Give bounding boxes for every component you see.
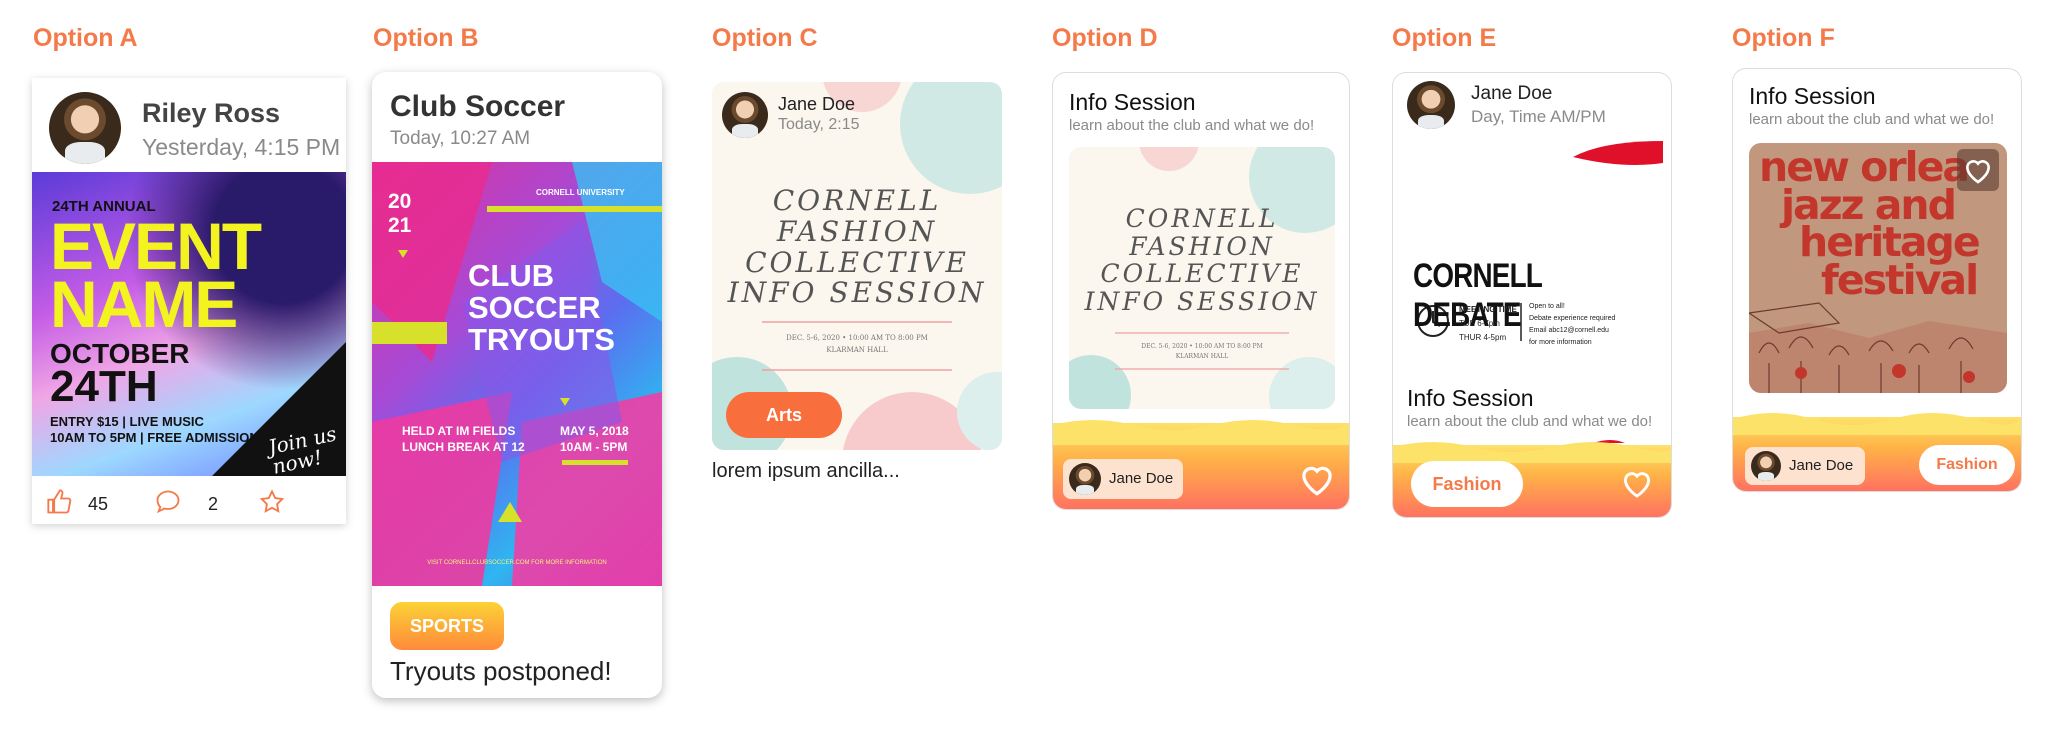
author-name: Jane Doe xyxy=(1109,470,1174,487)
poster-text: Email abc12@cornell.edu xyxy=(1529,327,1609,334)
card-title[interactable]: Info Session xyxy=(1069,89,1196,116)
heart-icon[interactable] xyxy=(1619,467,1655,499)
tag-arts[interactable]: Arts xyxy=(726,392,842,438)
event-poster[interactable]: CORNELL FASHION COLLECTIVE INFO SESSION … xyxy=(1069,147,1335,409)
poster-text: Debate experience required xyxy=(1529,315,1616,322)
tag-fashion[interactable]: Fashion xyxy=(1411,461,1523,507)
option-f-label: Option F xyxy=(1732,24,1835,52)
poster-text: for more information xyxy=(1529,339,1592,346)
poster-text: CLUB xyxy=(468,258,555,293)
card-option-e[interactable]: Jane Doe Day, Time AM/PM CORNELL DEBATE … xyxy=(1392,72,1672,518)
star-icon[interactable] xyxy=(258,488,286,516)
wave-shape xyxy=(1053,420,1349,445)
card-option-a[interactable]: Riley Ross Yesterday, 4:15 PM 24TH ANNUA… xyxy=(32,78,346,524)
poster-text: Open to all! xyxy=(1529,303,1565,310)
tag-fashion[interactable]: Fashion xyxy=(1919,445,2015,485)
post-time: Yesterday, 4:15 PM xyxy=(142,134,341,160)
author-name: Jane Doe xyxy=(1789,457,1854,474)
poster-place: KLARMAN HALL xyxy=(826,346,888,354)
poster-text: CORNELL DEBATE xyxy=(1413,257,1542,334)
poster-place: KLARMAN HALL xyxy=(1175,353,1229,360)
poster-text: SOCCER xyxy=(468,290,601,325)
poster-text: TUE 6-7pm xyxy=(1459,319,1500,328)
poster-text: TRYOUTS xyxy=(468,322,615,357)
tag-sports[interactable]: SPORTS xyxy=(390,602,504,650)
card-subtitle: learn about the club and what we do! xyxy=(1749,111,1995,128)
poster-text: VISIT CORNELLCLUBSOCCER.COM FOR MORE INF… xyxy=(427,560,607,566)
option-a-label: Option A xyxy=(33,24,138,52)
card-subtitle: learn about the club and what we do! xyxy=(1069,117,1315,134)
author-name[interactable]: Riley Ross xyxy=(142,98,280,129)
avatar[interactable] xyxy=(1407,81,1455,129)
author-name[interactable]: Jane Doe xyxy=(1471,83,1552,105)
heart-icon[interactable] xyxy=(1297,461,1337,497)
poster-date: DEC. 5-6, 2020 • 10:00 AM TO 8:00 PM xyxy=(1141,343,1263,350)
poster-text: MEETING TIME xyxy=(1459,305,1517,314)
card-option-d[interactable]: Info Session learn about the club and wh… xyxy=(1052,72,1350,510)
avatar xyxy=(1751,451,1781,481)
option-b-label: Option B xyxy=(373,24,479,52)
author-chip[interactable]: Jane Doe xyxy=(1063,459,1183,499)
poster-text: CORNELL FASHION COLLECTIVE INFO SESSION xyxy=(727,184,987,310)
poster-text: 10AM TO 5PM | FREE ADMISSION xyxy=(50,430,259,445)
option-c-label: Option C xyxy=(712,24,818,52)
poster-text: 20 xyxy=(388,190,412,213)
like-count: 45 xyxy=(88,494,109,514)
option-d-label: Option D xyxy=(1052,24,1158,52)
avatar xyxy=(1069,463,1101,495)
poster-text: 21 xyxy=(388,214,412,237)
card-option-b[interactable]: Club Soccer Today, 10:27 AM 20 21 CORNEL… xyxy=(372,72,662,698)
card-subtitle: learn about the club and what we do! xyxy=(1407,413,1653,430)
poster-text: CORNELL FASHION COLLECTIVE INFO SESSION xyxy=(1084,204,1320,316)
poster-geometry xyxy=(372,162,662,586)
favorite-badge[interactable] xyxy=(1957,149,1999,191)
poster-text: HELD AT IM FIELDS xyxy=(402,424,516,438)
author-name[interactable]: Jane Doe xyxy=(778,94,855,115)
event-poster[interactable]: new orlea jazz and heritage festival xyxy=(1749,143,2007,393)
avatar[interactable] xyxy=(722,92,768,138)
poster-text: THUR 4-5pm xyxy=(1459,333,1507,342)
card-option-c[interactable]: Jane Doe Today, 2:15 CORNELL FASHION COL… xyxy=(712,82,1002,450)
card-title[interactable]: Info Session xyxy=(1749,83,1876,110)
post-time: Today, 10:27 AM xyxy=(390,128,531,149)
avatar[interactable] xyxy=(49,92,121,164)
card-option-f[interactable]: Info Session learn about the club and wh… xyxy=(1732,68,2022,492)
poster-illustration xyxy=(1749,302,2007,393)
author-chip[interactable]: Jane Doe xyxy=(1745,447,1865,485)
wave-shape xyxy=(1733,413,2021,435)
poster-text: MAY 5, 2018 xyxy=(560,424,629,438)
poster-text: 10AM - 5PM xyxy=(560,440,628,454)
card-title[interactable]: Info Session xyxy=(1407,385,1534,412)
thumbs-up-icon[interactable] xyxy=(46,488,74,516)
poster-text: NAME xyxy=(50,267,238,341)
post-time: Today, 2:15 xyxy=(778,116,860,133)
heart-icon[interactable] xyxy=(1962,155,1994,185)
poster-text: LUNCH BREAK AT 12 xyxy=(402,440,525,454)
event-poster[interactable]: 20 21 CORNELL UNIVERSITY CLUB SOCCER TRY… xyxy=(372,162,662,586)
option-e-label: Option E xyxy=(1392,24,1497,52)
post-caption: lorem ipsum ancilla... xyxy=(712,460,900,482)
comment-icon[interactable] xyxy=(154,488,182,516)
card-title[interactable]: Club Soccer xyxy=(390,90,565,124)
poster-text: CORNELL UNIVERSITY xyxy=(536,188,625,197)
post-caption: Tryouts postponed! xyxy=(390,656,612,686)
event-poster[interactable]: 24TH ANNUAL EVENT NAME OCTOBER 24TH ENTR… xyxy=(32,172,346,476)
comment-count: 2 xyxy=(208,494,219,514)
post-time: Day, Time AM/PM xyxy=(1471,107,1606,126)
poster-text: 24TH xyxy=(50,362,158,411)
wave-shape xyxy=(1393,442,1671,463)
poster-text: ENTRY $15 | LIVE MUSIC xyxy=(50,414,204,429)
poster-date: DEC. 5-6, 2020 • 10:00 AM TO 8:00 PM xyxy=(786,334,928,342)
